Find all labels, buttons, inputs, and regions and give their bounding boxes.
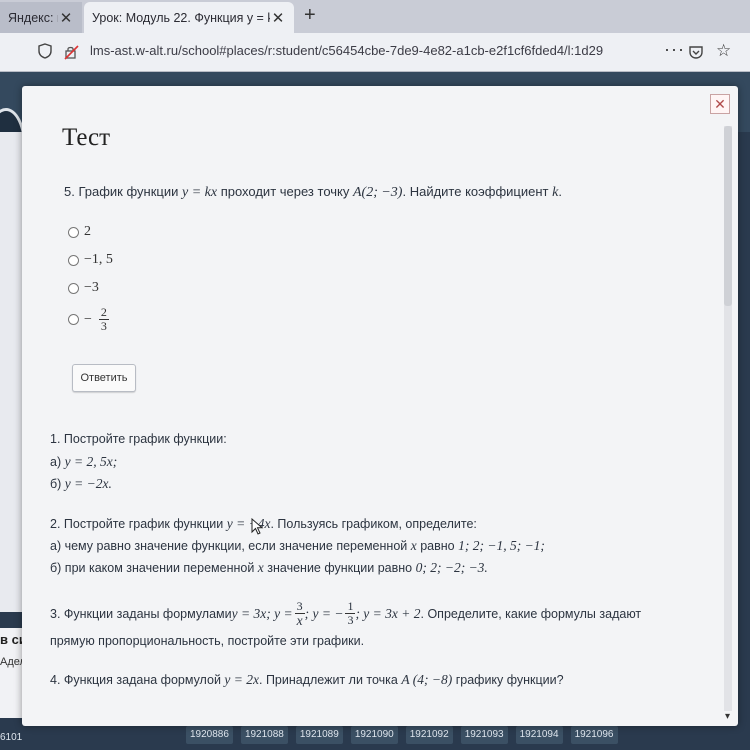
task-2-prefix: 2. Постройте график функции — [50, 517, 227, 531]
scroll-down-icon[interactable]: ▾ — [725, 711, 730, 722]
tab-lesson[interactable]: Урок: Модуль 22. Функция y = kx ✕ — [84, 2, 294, 33]
task-2a-mid: равно — [416, 539, 459, 553]
test-modal: ✕ ▾ Тест 5. График функции y = kx проход… — [22, 86, 738, 726]
answer-button[interactable]: Ответить — [72, 364, 136, 392]
task-4-title: 4. Функция задана формулой y = 2x. Прина… — [50, 672, 564, 688]
question-end: . — [558, 184, 562, 199]
task-3-formula-1: y = 3x; y = — [231, 605, 293, 621]
fraction-numerator: 1 — [347, 599, 354, 613]
task-1-title: 1. Постройте график функции: — [50, 432, 227, 446]
answer-option[interactable]: 2 — [68, 224, 91, 240]
task-2b: б) при каком значении переменной x значе… — [50, 560, 488, 576]
code-badge[interactable]: 1921092 — [405, 726, 453, 744]
bookmark-star-icon[interactable]: ☆ — [716, 41, 731, 61]
code-badge[interactable]: 1921088 — [240, 726, 288, 744]
page-corner-code: 6101 — [0, 732, 23, 743]
task-2-suffix: . Пользуясь графиком, определите: — [270, 517, 477, 531]
radio-button[interactable] — [68, 314, 79, 325]
task-1a: а) y = 2, 5x; — [50, 454, 117, 470]
shield-icon[interactable] — [38, 43, 52, 59]
page-title: Тест — [62, 124, 111, 151]
task-2b-values: 0; 2; −2; −3. — [415, 560, 488, 575]
task-4-prefix: 4. Функция задана формулой — [50, 673, 225, 687]
close-icon[interactable]: ✕ — [58, 9, 74, 27]
radio-button[interactable] — [68, 282, 79, 294]
task-4-suffix: графику функции? — [452, 673, 564, 687]
code-list: 1920886 1921088 1921089 1921090 1921092 … — [186, 726, 618, 750]
fraction-denominator: 3 — [347, 613, 354, 627]
close-icon[interactable]: ✕ — [270, 9, 286, 27]
task-3-fraction-2: 13 — [345, 599, 356, 627]
code-badge[interactable]: 1921089 — [295, 726, 343, 744]
task-1b-formula: y = −2x. — [64, 476, 112, 491]
question-suffix: . Найдите коэффициент — [402, 184, 553, 199]
question-middle: проходит через точку — [217, 184, 353, 199]
fraction-denominator: 3 — [100, 319, 107, 333]
lock-warning-icon[interactable] — [64, 44, 80, 60]
url-field[interactable]: lms-ast.w-alt.ru/school#places/r:student… — [90, 43, 630, 58]
answer-option[interactable]: −3 — [68, 280, 99, 296]
task-3-title: 3. Функции заданы формулами y = 3x; y = … — [50, 599, 642, 628]
option-fraction: 2 3 — [98, 305, 109, 333]
tab-strip: Яндекс: н ✕ Урок: Модуль 22. Функция y =… — [0, 0, 750, 33]
answer-option[interactable]: −1, 5 — [68, 252, 113, 268]
tab-title: Яндекс: н — [8, 10, 58, 25]
scrollbar-thumb[interactable] — [724, 126, 732, 306]
code-badge[interactable]: 1920886 — [186, 726, 233, 744]
task-3-line-2: прямую пропорциональность, постройте эти… — [50, 634, 365, 648]
task-1b-prefix: б) — [50, 477, 65, 491]
task-2b-mid: значение функции равно — [263, 561, 416, 575]
fraction-numerator: 2 — [100, 305, 107, 319]
task-2a-prefix: а) чему равно значение функции, если зна… — [50, 539, 411, 553]
address-bar: lms-ast.w-alt.ru/school#places/r:student… — [0, 33, 750, 72]
question-point: A(2; −3) — [352, 185, 403, 200]
task-3-suffix: . Определите, какие формулы задают — [420, 606, 642, 621]
task-2b-prefix: б) при каком значении переменной — [50, 561, 258, 575]
task-3-formula-2: ; y = − — [304, 605, 344, 621]
task-2a: а) чему равно значение функции, если зна… — [50, 538, 545, 554]
tab-title: Урок: Модуль 22. Функция y = kx — [92, 10, 270, 25]
code-badge[interactable]: 1921094 — [515, 726, 563, 744]
task-4-mid: . Принадлежит ли точка — [259, 673, 402, 687]
fraction-denominator: x — [296, 613, 303, 628]
option-label: 2 — [84, 224, 91, 239]
task-1b: б) y = −2x. — [50, 476, 112, 492]
question-prefix: 5. График функции — [64, 184, 182, 199]
code-badge[interactable]: 1921093 — [460, 726, 508, 744]
question-formula: y = kx — [181, 185, 218, 200]
new-tab-icon[interactable]: + — [304, 4, 316, 27]
tab-yandex[interactable]: Яндекс: н ✕ — [0, 2, 82, 33]
task-3-formula-3: ; y = 3x + 2 — [355, 605, 421, 621]
question-text: 5. График функции y = kx проходит через … — [64, 184, 562, 201]
code-badge[interactable]: 1921096 — [570, 726, 618, 744]
task-1a-formula: y = 2, 5x; — [64, 454, 118, 469]
code-badge[interactable]: 1921090 — [350, 726, 398, 744]
more-icon[interactable]: ··· — [664, 39, 685, 60]
page-left-strip — [0, 132, 22, 612]
answer-option[interactable]: − 2 3 — [68, 306, 109, 333]
task-3-fraction-1: 3x — [294, 599, 305, 628]
option-label: −1, 5 — [84, 252, 113, 267]
task-4-formula: y = 2x — [224, 672, 259, 687]
fraction-numerator: 3 — [296, 599, 303, 613]
task-1a-prefix: а) — [50, 455, 65, 469]
task-4-point: A (4; −8) — [401, 672, 453, 687]
radio-button[interactable] — [68, 226, 79, 238]
close-icon[interactable]: ✕ — [710, 94, 730, 114]
task-2a-values: 1; 2; −1, 5; −1; — [458, 538, 545, 553]
option-label: −3 — [84, 280, 99, 295]
pocket-icon[interactable] — [688, 44, 704, 60]
mouse-cursor-icon — [251, 518, 264, 535]
radio-button[interactable] — [68, 254, 79, 266]
task-3-prefix: 3. Функции заданы формулами — [50, 606, 232, 621]
option-sign: − — [84, 311, 92, 327]
